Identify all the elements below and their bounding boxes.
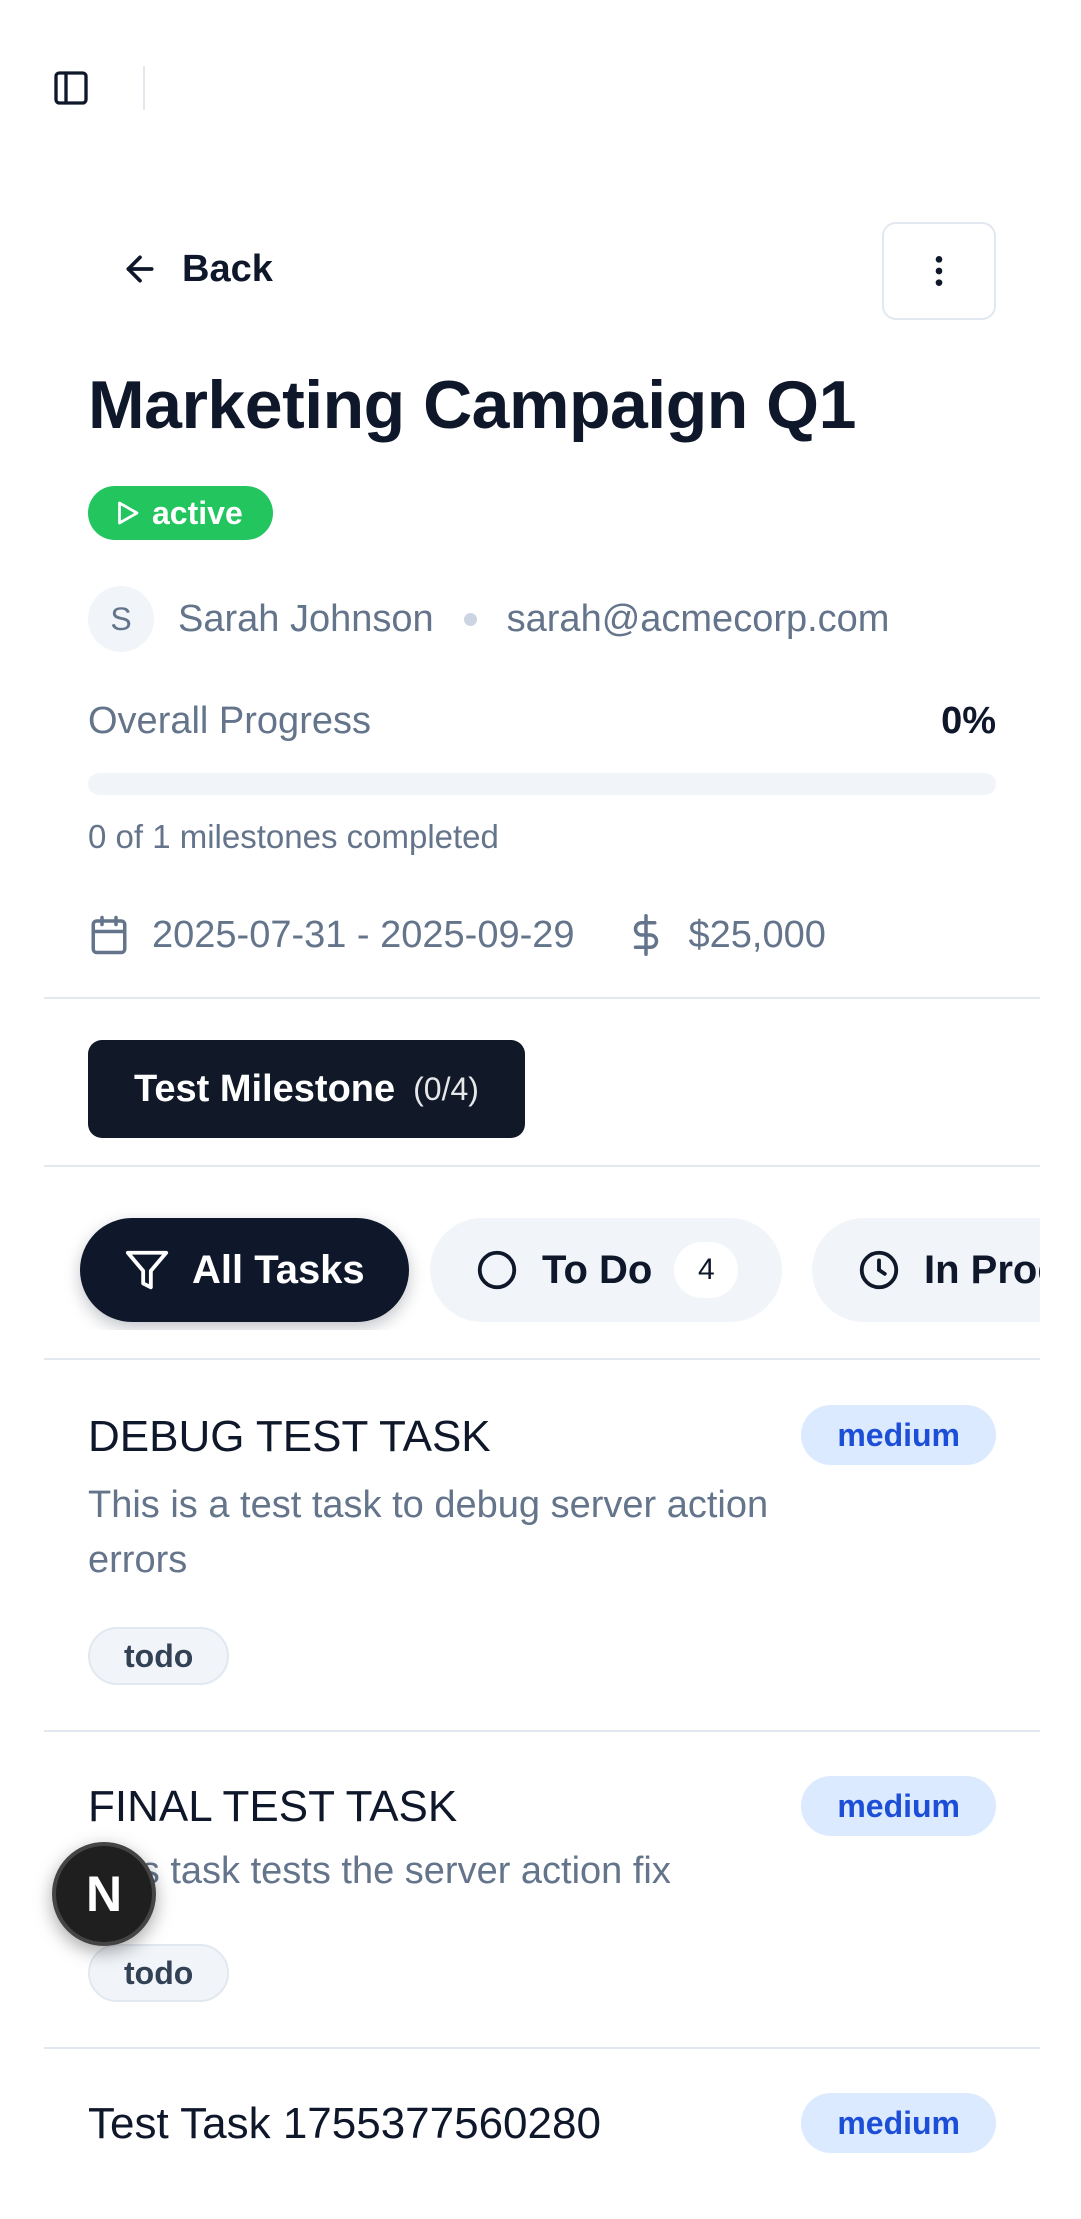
filter-label: All Tasks bbox=[192, 1247, 365, 1292]
page-title: Marketing Campaign Q1 bbox=[88, 367, 856, 443]
divider bbox=[44, 1165, 1040, 1167]
progress-value: 0% bbox=[941, 700, 996, 742]
back-button[interactable]: Back bbox=[120, 238, 273, 300]
owner-name: Sarah Johnson bbox=[178, 597, 434, 640]
filter-icon bbox=[125, 1250, 169, 1290]
circle-icon bbox=[477, 1250, 517, 1290]
milestones-summary: 0 of 1 milestones completed bbox=[88, 818, 499, 855]
priority-badge: medium bbox=[801, 2093, 996, 2153]
separator-dot bbox=[463, 612, 477, 626]
divider bbox=[44, 997, 1040, 999]
filter-label: To Do bbox=[542, 1247, 653, 1292]
task-description: This task tests the server action fix bbox=[88, 1850, 671, 1892]
filter-all-tasks[interactable]: All Tasks bbox=[80, 1218, 409, 1322]
priority-badge: medium bbox=[801, 1776, 996, 1836]
owner-email: sarah@acmecorp.com bbox=[506, 597, 890, 640]
status-label: active bbox=[152, 494, 243, 531]
date-range: 2025-07-31 - 2025-09-29 bbox=[152, 913, 575, 956]
filter-count: 4 bbox=[674, 1242, 739, 1298]
priority-badge: medium bbox=[801, 1405, 996, 1465]
task-title: DEBUG TEST TASK bbox=[88, 1412, 491, 1461]
milestone-count: (0/4) bbox=[413, 1070, 479, 1107]
budget: $25,000 bbox=[688, 913, 826, 956]
top-bar bbox=[0, 0, 1081, 176]
dollar-icon bbox=[633, 914, 658, 956]
arrow-left-icon bbox=[126, 255, 154, 283]
filter-label: In Progress bbox=[924, 1247, 1040, 1292]
dev-tools-button[interactable]: N bbox=[52, 1842, 156, 1946]
sidebar-panel-icon[interactable] bbox=[50, 67, 92, 109]
task-card[interactable]: FINAL TEST TASK medium This task tests t… bbox=[44, 1732, 1040, 2047]
status-badge: active bbox=[88, 486, 273, 540]
back-label: Back bbox=[182, 247, 273, 290]
task-card[interactable]: DEBUG TEST TASK medium This is a test ta… bbox=[44, 1360, 1040, 1730]
clock-icon bbox=[859, 1250, 899, 1290]
vertical-dots-icon bbox=[935, 256, 943, 286]
task-status-tag: todo bbox=[88, 1944, 230, 2002]
avatar: S bbox=[88, 586, 154, 652]
task-description: This is a test task to debug server acti… bbox=[88, 1484, 769, 1581]
progress-label: Overall Progress bbox=[88, 700, 371, 742]
owner-info: S Sarah Johnson sarah@acmecorp.com bbox=[88, 586, 889, 652]
divider bbox=[143, 66, 145, 110]
progress-bar bbox=[88, 773, 996, 795]
milestone-label: Test Milestone bbox=[134, 1067, 396, 1110]
play-icon bbox=[118, 501, 139, 525]
task-title: FINAL TEST TASK bbox=[88, 1782, 458, 1831]
milestone-tab[interactable]: Test Milestone (0/4) bbox=[88, 1040, 525, 1138]
filter-to-do[interactable]: To Do 4 bbox=[430, 1218, 783, 1322]
more-options-button[interactable] bbox=[882, 222, 996, 320]
project-meta: 2025-07-31 - 2025-09-29 $25,000 bbox=[88, 905, 826, 965]
task-title: Test Task 1755377560280 bbox=[88, 2099, 601, 2148]
task-filter-bar[interactable]: All Tasks To Do 4 In Progress bbox=[44, 1200, 1040, 1330]
task-status-tag: todo bbox=[88, 1627, 230, 1685]
calendar-icon bbox=[91, 915, 127, 955]
filter-in-progress[interactable]: In Progress bbox=[812, 1218, 1040, 1322]
task-card[interactable]: Test Task 1755377560280 medium bbox=[44, 2049, 1040, 2219]
